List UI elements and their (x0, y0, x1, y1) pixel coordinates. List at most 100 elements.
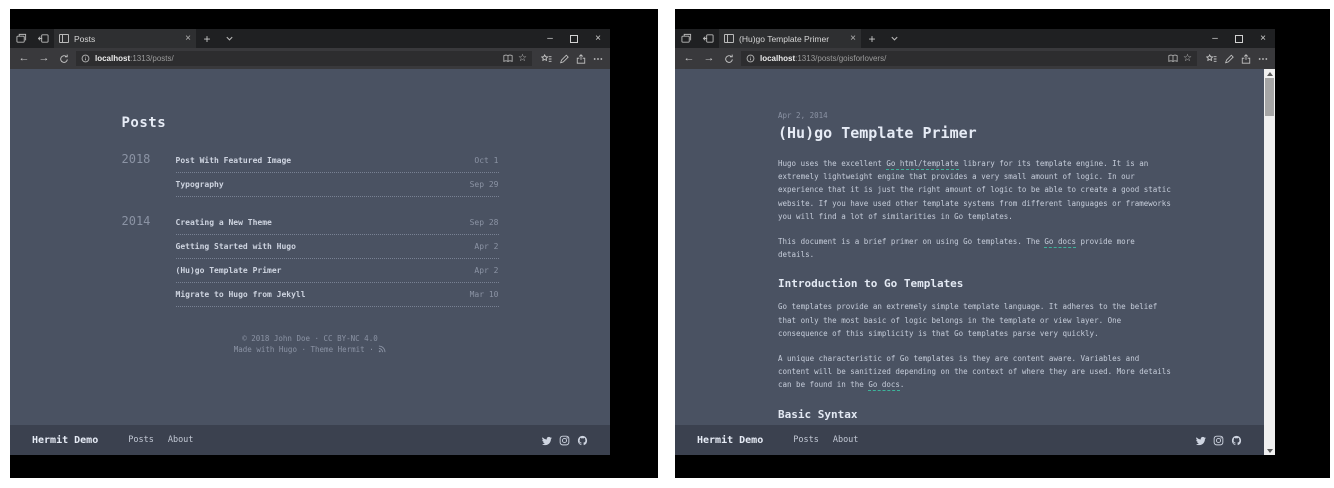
post-list-item[interactable]: Typography Sep 29 (176, 173, 499, 197)
browser-toolbar: ← → localhost:1313/posts/ ☆ (10, 48, 610, 69)
browser-tab[interactable]: (Hu)go Template Primer × (719, 29, 861, 48)
article-body: Hugo uses the excellent Go html/template… (778, 157, 1172, 421)
scrollbar-thumb[interactable] (1265, 78, 1274, 116)
share-icon[interactable] (1237, 54, 1254, 64)
window-frame-right: (Hu)go Template Primer × + – × ← → (675, 9, 1330, 478)
minimize-button[interactable]: – (1203, 29, 1227, 48)
address-bar[interactable]: localhost:1313/posts/ ☆ (76, 51, 532, 66)
more-options-icon[interactable] (1254, 57, 1271, 61)
year-label: 2018 (122, 149, 176, 197)
set-tabs-aside-icon[interactable] (697, 29, 719, 48)
address-bar[interactable]: localhost:1313/posts/goisforlovers/ ☆ (741, 51, 1197, 66)
post-title: Post With Featured Image (176, 156, 292, 165)
back-button[interactable]: ← (14, 53, 34, 64)
instagram-icon[interactable] (1213, 435, 1224, 446)
site-footer: Hermit Demo Posts About (10, 425, 610, 455)
inline-link[interactable]: Go html/template (886, 159, 958, 170)
tab-close-icon[interactable]: × (847, 33, 856, 44)
article-date: Apr 2, 2014 (778, 111, 1172, 120)
hub-icon[interactable] (538, 54, 555, 64)
browser-tab[interactable]: Posts × (54, 29, 196, 48)
tab-title: (Hu)go Template Primer (739, 34, 842, 44)
post-list-item[interactable]: (Hu)go Template PrimerApr 2 (176, 259, 499, 283)
twitter-icon[interactable] (541, 435, 552, 446)
footer-nav-about[interactable]: About (168, 435, 194, 445)
paragraph: Hugo uses the excellent Go html/template… (778, 157, 1172, 223)
browser-window-article: (Hu)go Template Primer × + – × ← → (675, 29, 1275, 455)
post-date: Mar 10 (470, 290, 499, 299)
reading-view-icon[interactable] (503, 54, 513, 63)
post-list-item[interactable]: Creating a New ThemeSep 28 (176, 211, 499, 235)
inline-link[interactable]: Go docs (1044, 237, 1076, 248)
maximize-button[interactable] (562, 29, 586, 48)
close-button[interactable]: × (1251, 29, 1275, 48)
new-tab-button[interactable]: + (861, 29, 883, 48)
url-text[interactable]: localhost:1313/posts/goisforlovers/ (760, 54, 1163, 63)
tabbar-spacer (240, 29, 538, 48)
tab-preview-icon[interactable] (675, 29, 697, 48)
site-info-icon[interactable] (746, 54, 755, 63)
browser-window-posts: Posts × + – × ← → (10, 29, 610, 455)
tab-list-chevron-icon[interactable] (218, 29, 240, 48)
tab-list-chevron-icon[interactable] (883, 29, 905, 48)
year-group: 2014Creating a New ThemeSep 28Getting St… (122, 211, 499, 307)
scrollbar[interactable] (1264, 69, 1275, 455)
hub-icon[interactable] (1203, 54, 1220, 64)
footer-nav-about[interactable]: About (833, 435, 859, 445)
share-icon[interactable] (572, 54, 589, 64)
tab-close-icon[interactable]: × (182, 33, 191, 44)
social-links (541, 435, 588, 446)
text-run: Hugo uses the excellent (778, 159, 886, 168)
post-list-item[interactable]: Migrate to Hugo from JekyllMar 10 (176, 283, 499, 307)
text-run: A unique characteristic of Go templates … (778, 354, 1171, 389)
favorite-star-icon[interactable]: ☆ (518, 54, 527, 64)
post-list-item[interactable]: Post With Featured ImageOct 1 (176, 149, 499, 173)
url-host: localhost (760, 54, 795, 63)
inline-link[interactable]: Go docs (868, 380, 900, 391)
favorite-star-icon[interactable]: ☆ (1183, 54, 1192, 64)
minimize-button[interactable]: – (538, 29, 562, 48)
new-tab-button[interactable]: + (196, 29, 218, 48)
page-viewport-article: Apr 2, 2014 (Hu)go Template Primer Hugo … (675, 69, 1275, 455)
github-icon[interactable] (1231, 435, 1242, 446)
maximize-button[interactable] (1227, 29, 1251, 48)
browser-toolbar: ← → localhost:1313/posts/goisforlovers/ … (675, 48, 1275, 69)
web-note-icon[interactable] (555, 54, 572, 64)
site-brand[interactable]: Hermit Demo (697, 435, 763, 446)
year-group: 2018Post With Featured ImageOct 1Typogra… (122, 149, 499, 197)
post-list-item[interactable]: Getting Started with HugoApr 2 (176, 235, 499, 259)
post-title: Typography (176, 180, 224, 189)
scroll-down-icon[interactable] (1264, 446, 1275, 455)
forward-button[interactable]: → (699, 53, 719, 64)
more-options-icon[interactable] (589, 57, 606, 61)
paragraph: This document is a brief primer on using… (778, 235, 1172, 261)
set-tabs-aside-icon[interactable] (32, 29, 54, 48)
scroll-up-icon[interactable] (1264, 69, 1275, 78)
tab-preview-icon[interactable] (10, 29, 32, 48)
web-note-icon[interactable] (1220, 54, 1237, 64)
site-info-icon[interactable] (81, 54, 90, 63)
window-frame-left: Posts × + – × ← → (10, 9, 658, 478)
footer-nav-posts[interactable]: Posts (128, 435, 154, 445)
section-heading: Introduction to Go Templates (778, 277, 1172, 290)
page-favicon-icon (59, 34, 69, 43)
copyright: © 2018 John Doe · CC BY-NC 4.0 Made with… (122, 333, 499, 355)
github-icon[interactable] (577, 435, 588, 446)
copyright-line2: Made with Hugo · Theme Hermit · (122, 344, 499, 355)
url-text[interactable]: localhost:1313/posts/ (95, 54, 498, 63)
rss-icon[interactable] (378, 345, 386, 353)
back-button[interactable]: ← (679, 53, 699, 64)
tab-title: Posts (74, 34, 177, 44)
social-links (1195, 435, 1242, 446)
page-favicon-icon (724, 34, 734, 43)
reading-view-icon[interactable] (1168, 54, 1178, 63)
refresh-button[interactable] (719, 54, 739, 64)
refresh-button[interactable] (54, 54, 74, 64)
footer-nav-posts[interactable]: Posts (793, 435, 819, 445)
forward-button[interactable]: → (34, 53, 54, 64)
site-brand[interactable]: Hermit Demo (32, 435, 98, 446)
close-button[interactable]: × (586, 29, 610, 48)
instagram-icon[interactable] (559, 435, 570, 446)
twitter-icon[interactable] (1195, 435, 1206, 446)
post-date: Sep 29 (470, 180, 499, 189)
